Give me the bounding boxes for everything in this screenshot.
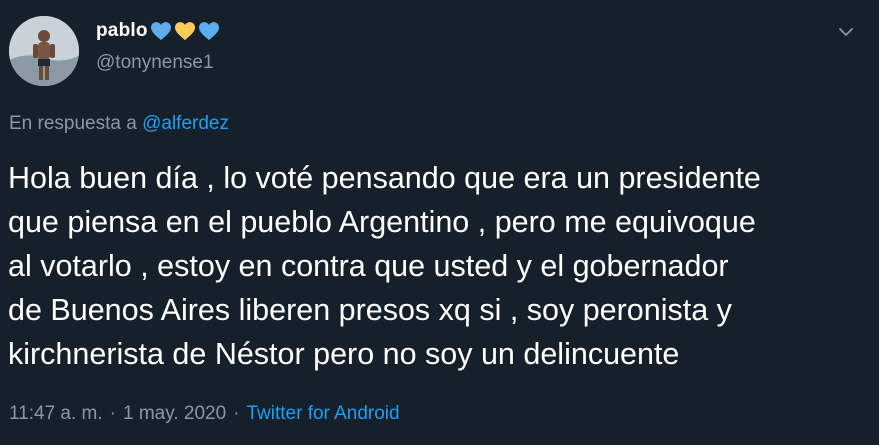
avatar-image — [9, 16, 79, 86]
display-name[interactable]: pablo — [96, 20, 148, 42]
avatar[interactable] — [9, 16, 79, 86]
tweet-time[interactable]: 11:47 a. m. — [9, 403, 103, 425]
username[interactable]: @tonynense1 — [96, 52, 214, 74]
reply-mention-link[interactable]: @alferdez — [142, 113, 229, 134]
tweet-source-link[interactable]: Twitter for Android — [246, 403, 399, 425]
tweet-text-line: que piensa en el pueblo Argentino , pero… — [8, 205, 756, 239]
meta-separator: · — [233, 403, 240, 424]
reply-prefix: En respuesta a — [9, 113, 137, 134]
tweet-text-line: kirchnerista de Néstor pero no soy un de… — [8, 337, 680, 371]
tweet-text-line: de Buenos Aires liberen presos xq si , s… — [8, 293, 732, 327]
reply-context: En respuesta a @alferdez — [9, 113, 229, 135]
tweet-card: pablo @tonynense1 En respuesta a @alferd… — [0, 0, 879, 445]
tweet-meta: 11:47 a. m. · 1 may. 2020 · Twitter for … — [9, 403, 400, 425]
tweet-date[interactable]: 1 may. 2020 — [123, 403, 226, 425]
blue-heart-icon — [150, 21, 172, 41]
tweet-text-line: al votarlo , estoy en contra que usted y… — [8, 249, 729, 283]
blue-heart-icon — [198, 21, 220, 41]
yellow-heart-icon — [174, 21, 196, 41]
author-name-row[interactable]: pablo — [96, 20, 220, 42]
tweet-text: Hola buen día , lo voté pensando que era… — [8, 156, 870, 376]
meta-separator: · — [109, 403, 116, 424]
tweet-text-line: Hola buen día , lo voté pensando que era… — [8, 161, 761, 195]
chevron-down-icon[interactable] — [836, 22, 856, 42]
